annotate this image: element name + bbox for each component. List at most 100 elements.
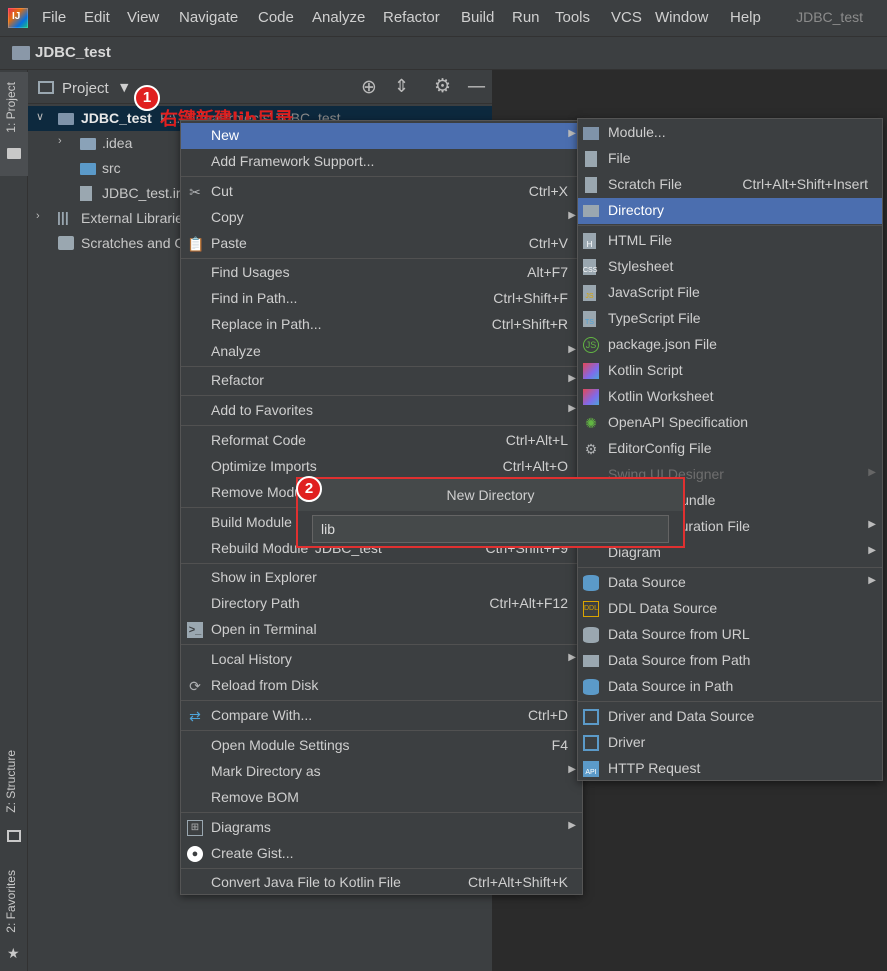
menu-item-mark-directory-as[interactable]: Mark Directory as ▶ — [181, 759, 582, 785]
menu-item-analyze[interactable]: Analyze ▶ — [181, 339, 582, 365]
breadcrumb: JDBC_test — [0, 36, 887, 70]
menu-item-diagrams[interactable]: ⊞ Diagrams ▶ — [181, 815, 582, 841]
menu-item-label: TypeScript File — [608, 310, 701, 326]
submenu-item-driver-and-data-source[interactable]: Driver and Data Source — [578, 704, 882, 730]
menu-item-open-in-terminal[interactable]: >_ Open in Terminal — [181, 617, 582, 643]
menu-analyze[interactable]: Analyze — [312, 9, 365, 26]
menu-item-add-to-favorites[interactable]: Add to Favorites ▶ — [181, 398, 582, 424]
menu-item-label: HTML File — [608, 232, 673, 248]
menu-item-reload-from-disk[interactable]: ⟳ Reload from Disk — [181, 673, 582, 699]
menu-build[interactable]: Build — [461, 9, 494, 26]
menu-edit[interactable]: Edit — [84, 9, 110, 26]
chevron-down-icon[interactable]: ∨ — [36, 110, 44, 123]
css-file-icon: CSS — [583, 259, 597, 275]
menu-item-convert-java-to-kotlin[interactable]: Convert Java File to Kotlin File Ctrl+Alt… — [181, 870, 582, 896]
menu-item-local-history[interactable]: Local History ▶ — [181, 647, 582, 673]
folder-icon — [80, 138, 96, 150]
new-directory-dialog: New Directory — [296, 477, 685, 548]
menu-item-copy[interactable]: Copy ▶ — [181, 205, 582, 231]
submenu-arrow-icon: ▶ — [868, 467, 876, 478]
locate-icon[interactable]: ⊕ — [361, 76, 377, 98]
submenu-item-driver[interactable]: Driver — [578, 730, 882, 756]
chevron-right-icon[interactable]: › — [58, 135, 62, 147]
menu-item-add-framework-support[interactable]: Add Framework Support... — [181, 149, 582, 175]
menu-item-cut[interactable]: ✂ Cut Ctrl+X — [181, 179, 582, 205]
submenu-item-typescript-file[interactable]: TS TypeScript File — [578, 306, 882, 332]
directory-name-input[interactable] — [312, 515, 669, 543]
submenu-item-http-request[interactable]: API HTTP Request — [578, 756, 882, 782]
menu-help[interactable]: Help — [730, 9, 761, 26]
tab-structure[interactable]: Z: Structure — [4, 750, 18, 813]
submenu-item-data-source-in-path[interactable]: Data Source in Path — [578, 674, 882, 700]
submenu-item-javascript-file[interactable]: JS JavaScript File — [578, 280, 882, 306]
menu-item-show-in-explorer[interactable]: Show in Explorer — [181, 565, 582, 591]
menu-item-paste[interactable]: 📋 Paste Ctrl+V — [181, 231, 582, 257]
menu-item-compare-with[interactable]: ⇄ Compare With... Ctrl+D — [181, 703, 582, 729]
diagram-icon: ⊞ — [187, 820, 203, 836]
menu-refactor[interactable]: Refactor — [383, 9, 440, 26]
kotlin-icon — [583, 363, 599, 379]
submenu-item-module[interactable]: Module... — [578, 120, 882, 146]
submenu-item-stylesheet[interactable]: CSS Stylesheet — [578, 254, 882, 280]
menu-item-label: package.json File — [608, 336, 717, 352]
submenu-item-file[interactable]: File — [578, 146, 882, 172]
menu-item-replace-in-path[interactable]: Replace in Path... Ctrl+Shift+R — [181, 312, 582, 338]
submenu-item-scratch-file[interactable]: Scratch File Ctrl+Alt+Shift+Insert — [578, 172, 882, 198]
menu-item-label: Driver and Data Source — [608, 708, 755, 724]
menu-item-remove-bom[interactable]: Remove BOM — [181, 785, 582, 811]
intellij-logo-icon — [8, 8, 28, 28]
menu-item-find-in-path[interactable]: Find in Path... Ctrl+Shift+F — [181, 286, 582, 312]
tab-favorites[interactable]: 2: Favorites — [4, 870, 18, 933]
submenu-item-data-source-path[interactable]: Data Source from Path — [578, 648, 882, 674]
submenu-item-kotlin-script[interactable]: Kotlin Script — [578, 358, 882, 384]
menu-item-reformat-code[interactable]: Reformat Code Ctrl+Alt+L — [181, 428, 582, 454]
submenu-item-data-source[interactable]: Data Source ▶ — [578, 570, 882, 596]
menu-item-shortcut: Ctrl+Alt+O — [502, 458, 568, 474]
submenu-item-ddl-data-source[interactable]: DDL DDL Data Source — [578, 596, 882, 622]
menu-item-find-usages[interactable]: Find Usages Alt+F7 — [181, 260, 582, 286]
menu-navigate[interactable]: Navigate — [179, 9, 238, 26]
compare-icon: ⇄ — [189, 708, 201, 724]
menu-tools[interactable]: Tools — [555, 9, 590, 26]
menu-item-label: Show in Explorer — [211, 569, 317, 585]
tab-project[interactable]: 1: Project — [4, 82, 18, 133]
menu-file[interactable]: File — [42, 9, 66, 26]
menu-item-label: Reload from Disk — [211, 677, 319, 693]
menu-run[interactable]: Run — [512, 9, 540, 26]
menu-item-open-module-settings[interactable]: Open Module Settings F4 — [181, 733, 582, 759]
menu-view[interactable]: View — [127, 9, 159, 26]
panel-title[interactable]: Project — [62, 80, 109, 97]
menu-item-refactor[interactable]: Refactor ▶ — [181, 368, 582, 394]
menu-vcs[interactable]: VCS — [611, 9, 642, 26]
scissors-icon: ✂ — [189, 184, 201, 200]
scratch-file-icon — [585, 177, 597, 193]
breadcrumb-project[interactable]: JDBC_test — [35, 44, 111, 61]
collapse-all-icon[interactable]: ⇕ — [394, 76, 409, 97]
submenu-item-package-json[interactable]: JS package.json File — [578, 332, 882, 358]
menu-item-directory-path[interactable]: Directory Path Ctrl+Alt+F12 — [181, 591, 582, 617]
submenu-item-editorconfig[interactable]: ⚙ EditorConfig File — [578, 436, 882, 462]
terminal-icon: >_ — [187, 622, 203, 638]
menu-item-label: Data Source from URL — [608, 626, 750, 642]
menu-item-shortcut: Ctrl+Alt+F12 — [489, 595, 568, 611]
gear-icon[interactable]: ⚙ — [434, 75, 451, 97]
menu-code[interactable]: Code — [258, 9, 294, 26]
menu-window[interactable]: Window — [655, 9, 708, 26]
submenu-arrow-icon: ▶ — [868, 575, 876, 586]
menu-item-label: Create Gist... — [211, 845, 294, 861]
menu-item-create-gist[interactable]: ● Create Gist... — [181, 841, 582, 867]
submenu-item-directory[interactable]: Directory — [578, 198, 882, 224]
structure-icon — [7, 830, 21, 842]
menu-item-label: Data Source — [608, 574, 686, 590]
submenu-item-kotlin-worksheet[interactable]: Kotlin Worksheet — [578, 384, 882, 410]
submenu-item-html-file[interactable]: H HTML File — [578, 228, 882, 254]
chevron-down-icon[interactable]: ▼ — [120, 81, 128, 94]
submenu-item-openapi[interactable]: ✺ OpenAPI Specification — [578, 410, 882, 436]
menu-item-shortcut: F4 — [551, 737, 568, 753]
menu-item-new[interactable]: New ▶ — [181, 123, 582, 149]
chevron-right-icon[interactable]: › — [36, 210, 40, 222]
submenu-item-data-source-url[interactable]: Data Source from URL — [578, 622, 882, 648]
minimize-icon[interactable]: — — [467, 75, 486, 97]
menu-separator — [578, 225, 882, 226]
menu-item-label: OpenAPI Specification — [608, 414, 749, 430]
